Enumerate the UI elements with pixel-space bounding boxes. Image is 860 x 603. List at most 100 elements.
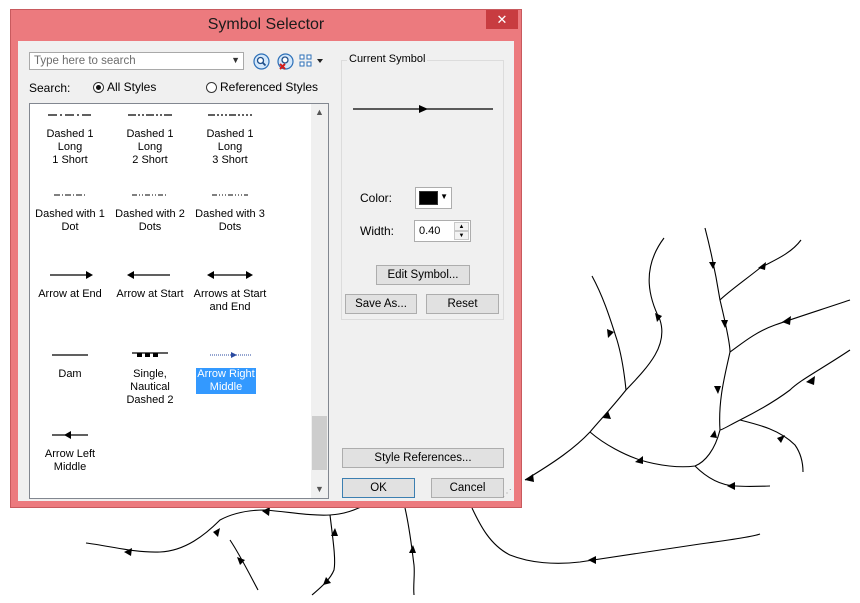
symbol-dashed-1-long-3-short[interactable]: Dashed 1 Long 3 Short	[193, 104, 267, 175]
radio-dot[interactable]	[93, 81, 104, 93]
symbol-label: Arrow at Start	[116, 288, 184, 300]
flow-arrow	[655, 313, 662, 322]
symbol-label: Arrow Left	[44, 448, 96, 460]
symbol-label: Dashed 1 Long	[206, 128, 254, 153]
title-bar[interactable]: Symbol Selector ✕	[11, 10, 521, 40]
symbol-label: Dots	[218, 221, 242, 233]
symbol-label: Dashed 2	[126, 394, 174, 406]
flow-arrow	[409, 545, 416, 553]
width-stepper[interactable]: ▲ ▼	[414, 220, 471, 242]
symbol-label: Dashed with 3	[195, 208, 265, 220]
reset-button[interactable]: Reset	[426, 294, 499, 314]
dialog-title: Symbol Selector	[207, 16, 325, 33]
radio-dot[interactable]	[206, 81, 217, 93]
color-picker[interactable]: ▼	[415, 187, 452, 209]
chevron-down-icon[interactable]: ▼	[440, 192, 448, 201]
symbol-gallery[interactable]: Dashed 1 Long 1 Short Dashed 1 Long 2 Shor…	[29, 103, 329, 499]
flow-arrow	[525, 474, 534, 482]
stream-line	[85, 504, 366, 553]
search-button[interactable]	[251, 51, 271, 71]
search-scope-label: Search:	[29, 81, 71, 95]
symbol-arrow-at-end[interactable]: Arrow at End	[33, 255, 107, 335]
symbol-dashed-with-1-dot[interactable]: Dashed with 1 Dot	[33, 175, 107, 255]
stream-line	[729, 299, 851, 353]
symbol-label: 1 Short	[52, 154, 88, 166]
stream-line	[229, 539, 259, 591]
close-button[interactable]: ✕	[486, 10, 518, 29]
flow-arrow	[727, 482, 735, 490]
scroll-thumb[interactable]	[312, 416, 327, 470]
gallery-scrollbar[interactable]: ▲ ▼	[311, 104, 328, 498]
save-as-button[interactable]: Save As...	[345, 294, 417, 314]
symbol-arrow-right-middle[interactable]: Arrow Right Middle	[193, 335, 267, 415]
symbol-dashed-1-long-2-short[interactable]: Dashed 1 Long 2 Short	[113, 104, 187, 175]
flow-arrow	[262, 507, 270, 516]
search-icon	[252, 52, 270, 70]
symbol-label: 2 Short	[132, 154, 168, 166]
clear-search-icon	[276, 52, 294, 70]
symbol-dam[interactable]: Dam	[33, 335, 107, 415]
color-swatch[interactable]	[419, 191, 438, 205]
flow-arrow	[607, 329, 614, 338]
width-input[interactable]	[417, 223, 455, 239]
symbol-label: Middle	[53, 461, 87, 473]
symbol-label: Arrows at Start	[193, 288, 267, 300]
symbol-label: Middle	[209, 381, 243, 393]
radio-all-styles[interactable]: All Styles	[93, 80, 156, 94]
search-combobox[interactable]: ▼	[29, 52, 244, 70]
flow-arrow	[709, 262, 716, 269]
scroll-down-icon[interactable]: ▼	[311, 481, 328, 498]
symbol-dashed-with-2-dots[interactable]: Dashed with 2 Dots	[113, 175, 187, 255]
symbol-arrows-at-start-and-end[interactable]: Arrows at Start and End	[193, 255, 267, 335]
radio-label: All Styles	[107, 80, 157, 94]
stream-line	[471, 507, 761, 564]
flow-arrow	[777, 435, 785, 443]
symbol-label: Dashed with 2	[115, 208, 185, 220]
clear-search-button[interactable]	[275, 51, 295, 71]
view-options-icon	[299, 54, 323, 67]
symbol-label: Dot	[61, 221, 79, 233]
symbol-label: Single, Nautical	[130, 368, 170, 393]
dialog-body: ▼ Sear	[18, 41, 514, 501]
flow-arrow	[714, 386, 721, 394]
edit-symbol-button[interactable]: Edit Symbol...	[376, 265, 470, 285]
radio-label: Referenced Styles	[220, 80, 319, 94]
flow-arrow	[635, 456, 643, 464]
flow-arrow	[588, 556, 596, 564]
stream-line	[719, 239, 802, 301]
flow-arrow	[213, 528, 220, 537]
symbol-label: Dashed 1 Long	[46, 128, 94, 153]
symbol-label: 3 Short	[212, 154, 248, 166]
symbol-single-nautical-dashed-2[interactable]: Single, Nautical Dashed 2	[113, 335, 187, 415]
view-options-button[interactable]	[297, 51, 327, 71]
cancel-button[interactable]: Cancel	[431, 478, 504, 498]
chevron-down-icon[interactable]: ▼	[231, 55, 240, 65]
increment-icon[interactable]: ▲	[454, 222, 469, 231]
ok-button[interactable]: OK	[342, 478, 415, 498]
flow-arrow	[710, 430, 717, 438]
flow-arrow	[782, 316, 791, 325]
style-references-button[interactable]: Style References...	[342, 448, 504, 468]
symbol-label: Dashed 1 Long	[126, 128, 174, 153]
decrement-icon[interactable]: ▼	[454, 231, 469, 240]
current-symbol-title: Current Symbol	[347, 53, 428, 65]
symbol-label: Dam	[58, 368, 82, 380]
resize-grip-icon[interactable]: ⋰	[502, 488, 512, 499]
symbol-arrow-at-start[interactable]: Arrow at Start	[113, 255, 187, 335]
symbol-label: and End	[209, 301, 251, 313]
symbol-dashed-with-3-dots[interactable]: Dashed with 3 Dots	[193, 175, 267, 255]
current-symbol-preview	[353, 105, 493, 113]
symbol-label: Dashed with 1	[35, 208, 105, 220]
symbol-label: Arrow Right	[197, 368, 255, 380]
symbol-label: Dots	[138, 221, 162, 233]
symbol-arrow-left-middle[interactable]: Arrow Left Middle	[33, 415, 107, 495]
stream-line	[524, 237, 665, 481]
symbol-dashed-1-long-1-short[interactable]: Dashed 1 Long 1 Short	[33, 104, 107, 175]
scroll-up-icon[interactable]: ▲	[311, 104, 328, 121]
symbol-label: Arrow at End	[38, 288, 102, 300]
stream-line	[739, 419, 804, 473]
flow-arrow	[721, 320, 728, 328]
radio-referenced-styles[interactable]: Referenced Styles	[206, 80, 318, 94]
search-input[interactable]	[30, 53, 224, 69]
width-label: Width:	[360, 224, 395, 238]
